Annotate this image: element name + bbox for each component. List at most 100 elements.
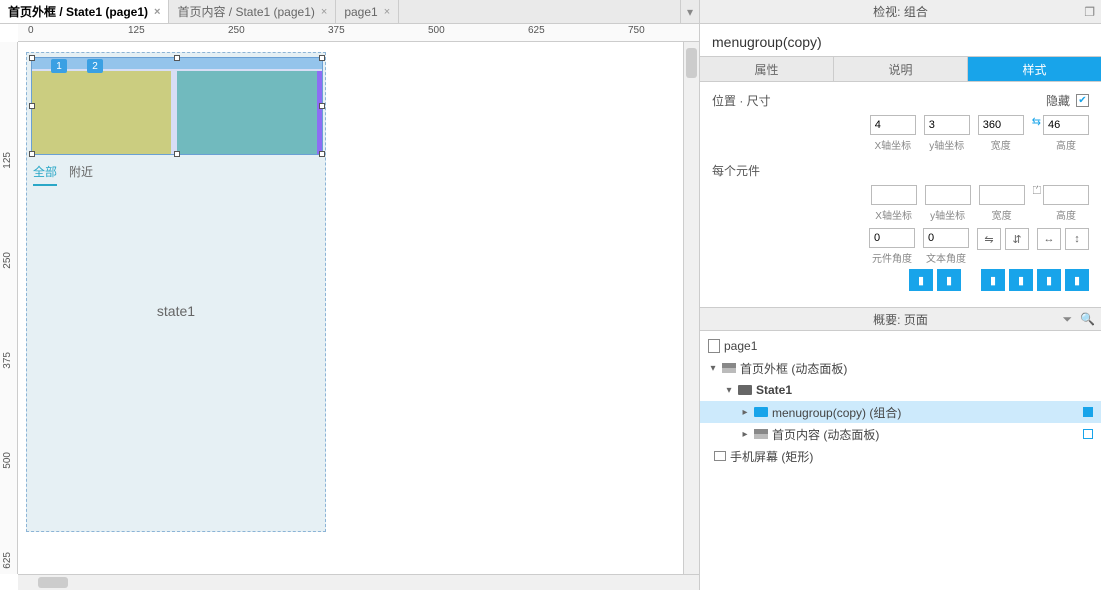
resize-handle[interactable] xyxy=(29,103,35,109)
style-panel: 位置 · 尺寸 隐藏 ✔ X轴坐标 y轴坐标 宽度 ⇆高度 每个元件 X轴坐标 … xyxy=(700,82,1101,301)
align-right-icon[interactable]: ▮ xyxy=(981,269,1005,291)
tab-content[interactable]: 首页内容 / State1 (page1) × xyxy=(169,0,336,23)
chevron-right-icon[interactable]: ▸ xyxy=(740,429,750,440)
tab-dropdown-icon[interactable]: ▾ xyxy=(681,0,699,23)
link-wh2-icon[interactable]: ⏍ xyxy=(1033,185,1041,198)
ruler-label: 375 xyxy=(2,352,13,369)
outline-label: 首页外框 (动态面板) xyxy=(740,360,847,377)
x-input[interactable] xyxy=(870,115,916,135)
workspace: 125 250 375 500 625 xyxy=(0,42,699,574)
height-input[interactable] xyxy=(1043,115,1089,135)
height-label: 高度 xyxy=(1056,137,1076,152)
selection-name: menugroup(copy) xyxy=(700,24,1101,56)
text-rotation-input[interactable] xyxy=(923,228,969,248)
resize-handle[interactable] xyxy=(319,103,325,109)
w2-input[interactable] xyxy=(979,185,1025,205)
outline-page[interactable]: page1 xyxy=(700,335,1101,357)
rotation-input[interactable] xyxy=(869,228,915,248)
rect-icon xyxy=(714,451,726,461)
chevron-down-icon[interactable]: ▾ xyxy=(724,385,734,396)
y-input[interactable] xyxy=(924,115,970,135)
autosize-w-icon[interactable]: ↔ xyxy=(1037,228,1061,250)
scrollbar-vertical[interactable] xyxy=(683,42,699,574)
tab-all[interactable]: 全部 xyxy=(33,163,57,186)
close-icon[interactable]: × xyxy=(154,6,160,18)
scrollbar-thumb[interactable] xyxy=(38,577,68,588)
ruler-label: 625 xyxy=(528,25,545,36)
align-bottom-icon[interactable]: ▮ xyxy=(1065,269,1089,291)
ruler-label: 250 xyxy=(2,252,13,269)
resize-handle[interactable] xyxy=(174,55,180,61)
scrollbar-thumb[interactable] xyxy=(686,48,697,78)
outline-label: State1 xyxy=(756,383,792,397)
width-label: 宽度 xyxy=(991,137,1011,152)
selection-box[interactable] xyxy=(31,57,323,155)
resize-handle[interactable] xyxy=(319,151,325,157)
align-left-icon[interactable]: ▮ xyxy=(909,269,933,291)
width-input[interactable] xyxy=(978,115,1024,135)
resize-handle[interactable] xyxy=(319,55,325,61)
link-wh-icon[interactable]: ⇆ xyxy=(1032,115,1041,128)
panel-icon xyxy=(722,363,736,373)
tab-page1[interactable]: page1 × xyxy=(336,0,399,23)
ruler-label: 125 xyxy=(128,25,145,36)
ruler-label: 500 xyxy=(428,25,445,36)
outline-label: 手机屏幕 (矩形) xyxy=(730,448,813,465)
page-icon xyxy=(708,339,720,353)
order-badge-2: 2 xyxy=(87,59,103,73)
hide-checkbox[interactable]: ✔ xyxy=(1076,94,1089,107)
outline-title: 概要: 页面 xyxy=(873,311,928,328)
outline-phone-rect[interactable]: 手机屏幕 (矩形) xyxy=(700,445,1101,467)
outline-outer-panel[interactable]: ▾ 首页外框 (动态面板) xyxy=(700,357,1101,379)
y2-label: y轴坐标 xyxy=(930,207,965,222)
tab-properties[interactable]: 属性 xyxy=(700,56,833,82)
outline-title-bar: 概要: 页面 ⏷ 🔍 xyxy=(700,307,1101,331)
visibility-icon[interactable] xyxy=(1083,407,1093,417)
tab-near[interactable]: 附近 xyxy=(69,163,93,186)
align-center-icon[interactable]: ▮ xyxy=(937,269,961,291)
tab-notes[interactable]: 说明 xyxy=(833,56,967,82)
tab-style[interactable]: 样式 xyxy=(967,56,1101,82)
page-icon[interactable]: ❐ xyxy=(1084,5,1095,19)
resize-handle[interactable] xyxy=(29,55,35,61)
panel-icon xyxy=(754,429,768,439)
inspector-title-bar: 检视: 组合 ❐ xyxy=(700,0,1101,24)
w2-label: 宽度 xyxy=(992,207,1012,222)
search-icon[interactable]: 🔍 xyxy=(1080,312,1095,327)
inspector-title: 检视: 组合 xyxy=(873,3,928,20)
filter-icon[interactable]: ⏷ xyxy=(1062,312,1072,327)
outline-state1[interactable]: ▾ State1 xyxy=(700,379,1101,401)
canvas[interactable]: 1 2 全部 附近 state1 xyxy=(18,42,699,574)
section-per-element: 每个元件 xyxy=(712,162,760,179)
close-icon[interactable]: × xyxy=(321,6,327,18)
state-icon xyxy=(738,385,752,395)
tab-outer-frame[interactable]: 首页外框 / State1 (page1)× xyxy=(0,0,169,23)
tab-label: 首页内容 / State1 (page1) xyxy=(177,3,314,20)
ruler-vertical: 125 250 375 500 625 xyxy=(0,42,18,574)
section-position-size: 位置 · 尺寸 xyxy=(712,92,771,109)
outline-menugroup[interactable]: ▸ menugroup(copy) (组合) xyxy=(700,401,1101,423)
outline-content-panel[interactable]: ▸首页内容 (动态面板) xyxy=(700,423,1101,445)
outline-tree: page1 ▾ 首页外框 (动态面板) ▾ State1 ▸ menugroup(co… xyxy=(700,331,1101,590)
page-frame[interactable]: 1 2 全部 附近 state1 xyxy=(26,52,326,532)
outline-label: menugroup(copy) (组合) xyxy=(772,404,901,421)
align-top-icon[interactable]: ▮ xyxy=(1009,269,1033,291)
scrollbar-horizontal[interactable] xyxy=(18,574,699,590)
h2-input[interactable] xyxy=(1043,185,1089,205)
resize-handle[interactable] xyxy=(174,151,180,157)
chevron-down-icon[interactable]: ▾ xyxy=(708,363,718,374)
autosize-h-icon[interactable]: ↕ xyxy=(1065,228,1089,250)
y2-input[interactable] xyxy=(925,185,971,205)
x2-input[interactable] xyxy=(871,185,917,205)
flip-v-icon[interactable]: ⇵ xyxy=(1005,228,1029,250)
close-icon[interactable]: × xyxy=(384,6,390,18)
x2-label: X轴坐标 xyxy=(875,207,912,222)
visibility-icon[interactable] xyxy=(1083,429,1093,439)
resize-handle[interactable] xyxy=(29,151,35,157)
align-middle-icon[interactable]: ▮ xyxy=(1037,269,1061,291)
flip-h-icon[interactable]: ⇋ xyxy=(977,228,1001,250)
outline-label: page1 xyxy=(724,339,757,353)
tab-label: page1 xyxy=(344,5,377,19)
state-label: state1 xyxy=(27,303,325,319)
chevron-right-icon[interactable]: ▸ xyxy=(740,407,750,418)
